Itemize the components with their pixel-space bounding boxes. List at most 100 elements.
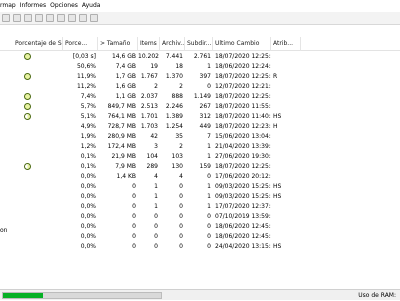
cell-files: 1.370 (165, 73, 183, 80)
cell-last-change: 18/07/2020 12:25:24 (215, 73, 271, 80)
table-row[interactable]: 0,0% 0 0 0 0 24/04/2020 13:15:42HS (0, 242, 400, 252)
pie-icon (24, 113, 31, 120)
col-header-files[interactable]: Archiv... (160, 37, 185, 51)
table-row[interactable]: 0,0% 0 1 0 1 17/07/2020 12:37:32 (0, 202, 400, 212)
cell-percent: 0,0% (80, 173, 96, 180)
cell-last-change: 09/03/2020 15:25:43 (215, 193, 271, 200)
cell-subdirs: 0 (207, 213, 211, 220)
table-row[interactable]: 0,0% 0 0 0 0 07/10/2019 13:59:44 (0, 212, 400, 222)
pie-icon (24, 103, 31, 110)
cell-files: 103 (171, 153, 183, 160)
cell-last-change: 18/06/2020 12:45:38 (215, 233, 271, 240)
col-header-percent-bar[interactable]: Porcentaje de S... (13, 37, 63, 51)
cell-percent: 1,9% (80, 133, 96, 140)
cell-last-change: 27/06/2020 19:30:11 (215, 153, 271, 160)
cell-percent: 1,2% (80, 143, 96, 150)
table-row[interactable]: 5,1% 764,1 MB 1.701 1.389 312 18/07/2020 11:4… (0, 112, 400, 122)
table-row[interactable]: 0,0% 1,4 KB 4 4 0 17/06/2020 20:12:14 (0, 172, 400, 182)
toolbar-folder-icon[interactable] (35, 14, 43, 22)
cell-attributes: HS (273, 113, 282, 120)
cell-attributes (271, 52, 301, 62)
col-header-size[interactable]: > Tamaño (98, 37, 138, 51)
left-label: on (0, 227, 8, 234)
cell-percent: 5,1% (80, 113, 96, 120)
menu-item-informes[interactable]: Informes (18, 0, 48, 12)
toolbar-copy-icon[interactable] (24, 14, 32, 22)
toolbar-new-icon[interactable] (46, 14, 54, 22)
toolbar-help-icon[interactable] (90, 14, 98, 22)
cell-subdirs: 2.761 (193, 53, 211, 60)
ram-usage-label: Uso de RAM: (358, 292, 396, 299)
toolbar-delete-icon[interactable] (57, 14, 65, 22)
table-row[interactable]: 1,2% 172,4 MB 3 2 1 21/04/2020 13:39:12 (0, 142, 400, 152)
cell-items: 0 (154, 213, 158, 220)
cell-attributes (271, 62, 301, 72)
cell-size: 0 (132, 233, 136, 240)
toolbar-zoom-icon[interactable] (79, 14, 87, 22)
cell-size: 0 (132, 193, 136, 200)
cell-percent: 11,2% (76, 83, 96, 90)
table-row[interactable]: 0,0% 0 1 0 1 09/03/2020 15:25:43HS (0, 192, 400, 202)
table-row[interactable]: 0,0% 0 0 0 0 18/06/2020 12:45:38 (0, 222, 400, 232)
ram-progress-fill (3, 293, 43, 298)
table-row[interactable]: 5,7% 849,7 MB 2.513 2.246 267 18/07/2020 11:5… (0, 102, 400, 112)
cell-percent: 0,0% (80, 213, 96, 220)
table-row[interactable]: 50,6% 7,4 GB 19 18 1 18/06/2020 12:24:57 (0, 62, 400, 72)
cell-items: 19 (150, 63, 158, 70)
cell-size: 0 (132, 183, 136, 190)
status-bar: Uso de RAM: (0, 289, 400, 300)
table-row[interactable]: 4,9% 728,7 MB 1.703 1.254 449 18/07/2020 12:2… (0, 122, 400, 132)
cell-size: 280,9 MB (107, 133, 136, 140)
toolbar-refresh-icon[interactable] (2, 14, 10, 22)
cell-attributes (271, 232, 301, 242)
cell-size: 849,7 MB (107, 103, 136, 110)
toolbar-properties-icon[interactable] (68, 14, 76, 22)
cell-items: 2.513 (140, 103, 158, 110)
cell-percent: 0,0% (80, 193, 96, 200)
col-header-attributes[interactable]: Atrib... (271, 37, 301, 51)
cell-attributes (271, 132, 301, 142)
table-row[interactable]: 7,4% 1,1 GB 2.037 888 1.149 18/07/2020 12:25:… (0, 92, 400, 102)
cell-last-change: 18/06/2020 12:24:57 (215, 63, 271, 70)
cell-percent: 0,0% (80, 223, 96, 230)
cell-subdirs: 1 (207, 63, 211, 70)
table-row[interactable]: [0,03 s] 14,6 GB 10.202 7.441 2.761 18/07/202… (0, 52, 400, 62)
table-row[interactable]: 11,2% 1,6 GB 2 2 0 12/07/2020 12:21:28 (0, 82, 400, 92)
toolbar-stop-icon[interactable] (13, 14, 21, 22)
cell-files: 7.441 (165, 53, 183, 60)
ram-progress-bar (2, 292, 162, 299)
cell-subdirs: 1 (207, 143, 211, 150)
table-row[interactable]: 0,1% 7,9 MB 289 130 159 18/07/2020 12:25:59 (0, 162, 400, 172)
cell-attributes (271, 172, 301, 182)
cell-subdirs: 1 (207, 203, 211, 210)
col-header-items[interactable]: Items (138, 37, 160, 51)
cell-size: 14,6 GB (111, 53, 136, 60)
table-row[interactable]: 0,0% 0 1 0 1 09/03/2020 15:25:43HS (0, 182, 400, 192)
cell-percent: 0,0% (80, 183, 96, 190)
cell-last-change: 18/07/2020 11:40:39 (215, 113, 271, 120)
menu-item-0[interactable]: rmap (0, 0, 18, 12)
cell-files: 1.389 (165, 113, 183, 120)
toolbar (0, 12, 400, 25)
cell-last-change: 17/06/2020 20:12:14 (215, 173, 271, 180)
cell-subdirs: 449 (199, 123, 211, 130)
col-header-last-change[interactable]: Ultimo Cambio (213, 37, 271, 51)
cell-subdirs: 267 (199, 103, 211, 110)
table-row[interactable]: 1,9% 280,9 MB 42 35 7 15/06/2020 13:04:54 (0, 132, 400, 142)
col-header-subdirs[interactable]: Subdir... (185, 37, 213, 51)
cell-percent: 0,0% (80, 233, 96, 240)
cell-attributes: HS (273, 193, 282, 200)
table-row[interactable]: 11,9% 1,7 GB 1.767 1.370 397 18/07/2020 12:25… (0, 72, 400, 82)
table-row[interactable]: 0,1% 21,9 MB 104 103 1 27/06/2020 19:30:11 (0, 152, 400, 162)
cell-attributes (271, 212, 301, 222)
cell-last-change: 24/04/2020 13:15:42 (215, 243, 271, 250)
cell-size: 1,6 GB (115, 83, 136, 90)
col-header-percent[interactable]: Porce... (63, 37, 98, 51)
menu-item-ayuda[interactable]: Ayuda (80, 0, 103, 12)
table-row[interactable]: 0,0% 0 0 0 0 18/06/2020 12:45:38 (0, 232, 400, 242)
cell-size: 7,9 MB (115, 163, 136, 170)
cell-size: 0 (132, 243, 136, 250)
menu-item-opciones[interactable]: Opciones (48, 0, 80, 12)
cell-attributes: R (273, 73, 278, 80)
cell-items: 2 (154, 83, 158, 90)
